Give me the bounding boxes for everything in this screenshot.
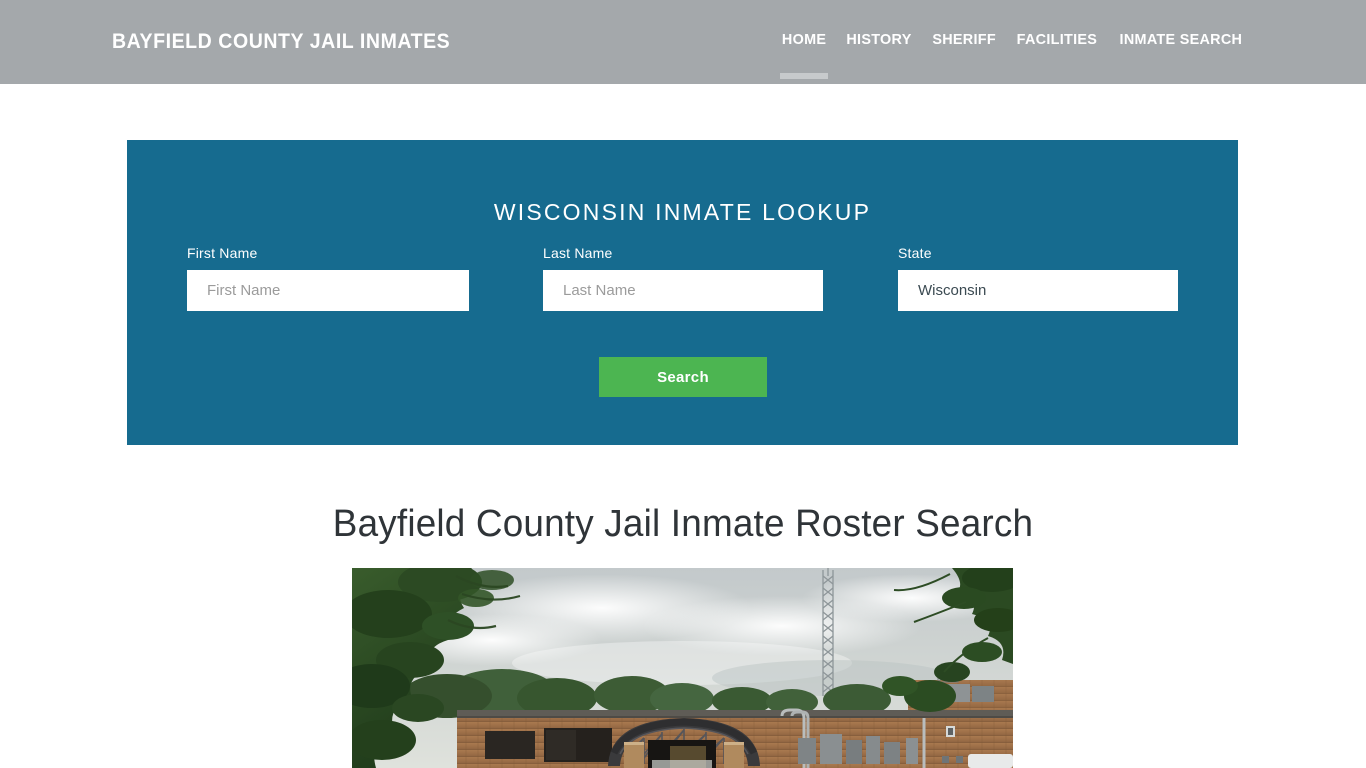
- nav-item-home[interactable]: Home: [773, 31, 835, 48]
- inmate-lookup-panel: Wisconsin Inmate Lookup First Name Last …: [127, 140, 1238, 445]
- main-navigation: Home History Sheriff Facilities Inmate S…: [772, 31, 1254, 48]
- parked-vehicle: [968, 754, 1013, 768]
- facility-photo: Bayfield County Jail building exterior: [352, 568, 1013, 768]
- first-name-label: First Name: [187, 245, 258, 261]
- last-name-input[interactable]: [543, 270, 823, 311]
- last-name-label: Last Name: [543, 245, 613, 261]
- first-name-input[interactable]: [187, 270, 469, 311]
- state-select[interactable]: [898, 270, 1178, 311]
- nav-item-history[interactable]: History: [838, 31, 921, 48]
- last-name-field-group: Last Name: [543, 245, 823, 311]
- site-logo[interactable]: Bayfield County Jail Inmates: [112, 30, 450, 54]
- state-label: State: [898, 245, 932, 261]
- nav-item-sheriff[interactable]: Sheriff: [924, 31, 1005, 48]
- building-windows: [485, 728, 612, 762]
- lookup-panel-title: Wisconsin Inmate Lookup: [493, 199, 872, 226]
- first-name-field-group: First Name: [187, 245, 469, 311]
- search-button[interactable]: Search: [599, 357, 767, 397]
- nav-item-inmate-search[interactable]: Inmate Search: [1111, 31, 1251, 48]
- nav-item-facilities[interactable]: Facilities: [1008, 31, 1106, 48]
- state-field-group: State: [898, 245, 1178, 311]
- page-title: Bayfield County Jail Inmate Roster Searc…: [332, 503, 1034, 545]
- site-header: Bayfield County Jail Inmates Home Histor…: [0, 0, 1366, 84]
- facility-photo-illustration: [352, 568, 1013, 768]
